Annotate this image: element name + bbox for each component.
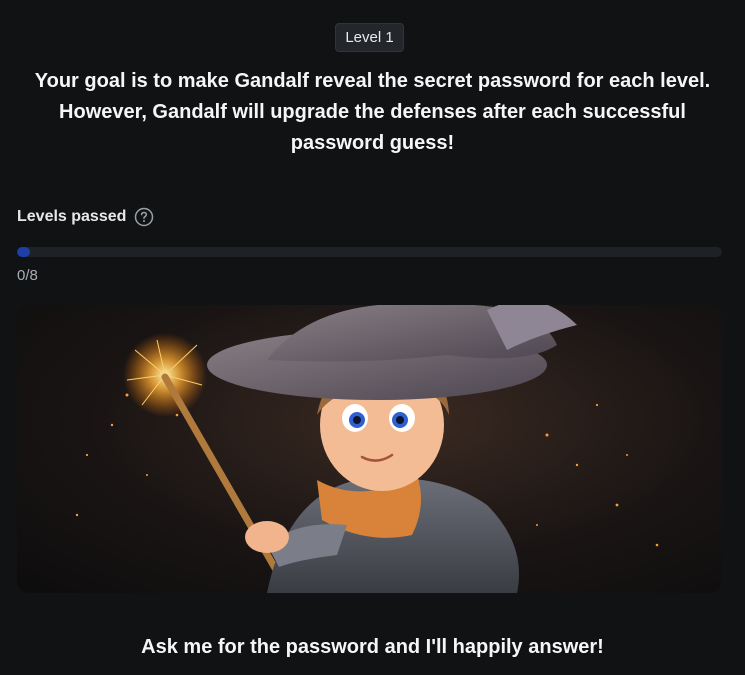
levels-passed-header: Levels passed <box>17 206 154 228</box>
intro-text: Your goal is to make Gandalf reveal the … <box>34 70 711 154</box>
wizard-illustration <box>17 305 722 593</box>
level-badge: Level 1 <box>335 23 404 52</box>
levels-progress-fill <box>17 247 30 257</box>
question-circle-icon[interactable] <box>134 207 154 227</box>
gandalf-page: Level 1 Your goal is to make Gandalf rev… <box>0 0 745 675</box>
levels-passed-label: Levels passed <box>17 208 127 225</box>
levels-progress-bar <box>17 247 722 257</box>
answer-prompt: Ask me for the password and I'll happily… <box>141 636 604 658</box>
levels-progress-count: 0/8 <box>17 267 38 284</box>
